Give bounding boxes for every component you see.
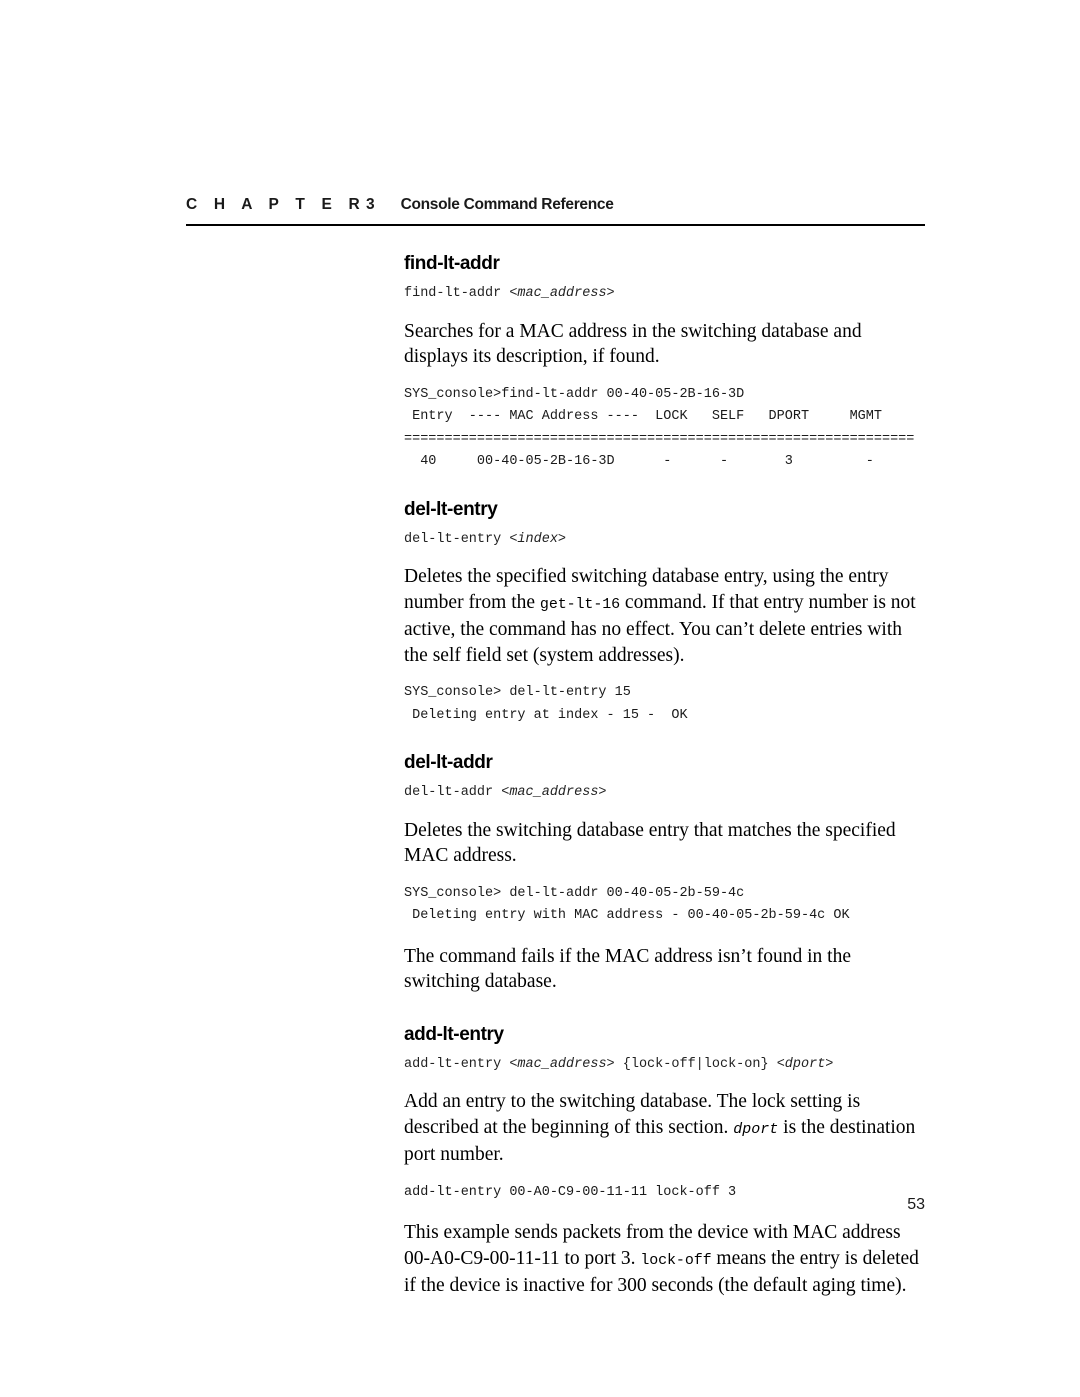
description-del-lt-addr: Deletes the switching database entry tha…: [404, 819, 896, 867]
note-del-lt-addr: The command fails if the MAC address isn…: [404, 945, 851, 993]
syntax-find-lt-addr: find-lt-addr <mac_address>: [404, 287, 928, 301]
console-example-del-lt-entry: SYS_console> del-lt-entry 15 Deleting en…: [404, 685, 688, 723]
syntax-argument: <index>: [509, 531, 567, 547]
syntax-argument-mac: <mac_address>: [509, 1056, 615, 1072]
console-example-find-lt-addr: SYS_console>find-lt-addr 00-40-05-2B-16-…: [404, 386, 915, 470]
syntax-command: find-lt-addr: [404, 286, 510, 301]
chapter-title: Console Command Reference: [400, 196, 614, 213]
syntax-add-lt-entry: add-lt-entry <mac_address> {lock-off|loc…: [404, 1056, 928, 1072]
inline-code-dport: dport: [733, 1120, 779, 1138]
section-heading-del-lt-entry: del-lt-entry: [404, 498, 498, 520]
running-head: C H A P T E R 3 Console Command Referenc…: [186, 196, 925, 214]
inline-code-get-lt-16: get-lt-16: [539, 595, 621, 613]
running-head-line: C H A P T E R 3 Console Command Referenc…: [186, 196, 925, 214]
console-example-del-lt-addr: SYS_console> del-lt-addr 00-40-05-2b-59-…: [404, 885, 850, 924]
syntax-argument: <mac_address>: [501, 785, 607, 800]
page-content: find-lt-addr find-lt-addr <mac_address> …: [404, 254, 928, 1299]
document-page: C H A P T E R 3 Console Command Referenc…: [0, 0, 1080, 1397]
syntax-command: del-lt-addr: [404, 785, 502, 800]
syntax-command: add-lt-entry: [404, 1056, 510, 1072]
inline-code-lock-off: lock-off: [640, 1251, 712, 1269]
section-heading-add-lt-entry: add-lt-entry: [404, 1023, 504, 1045]
description-add-lt-entry: Add an entry to the switching database. …: [404, 1089, 928, 1168]
closing-note-add-lt-entry: This example sends packets from the devi…: [404, 1220, 928, 1299]
section-heading-find-lt-addr: find-lt-addr: [404, 253, 500, 274]
syntax-del-lt-entry: del-lt-entry <index>: [404, 531, 928, 547]
description-del-lt-entry: Deletes the specified switching database…: [404, 564, 928, 668]
page-number: 53: [907, 1196, 925, 1213]
syntax-argument: <mac_address>: [509, 286, 615, 301]
chapter-number: 3: [365, 196, 375, 213]
syntax-options: {lock-off|lock-on}: [614, 1056, 777, 1072]
section-heading-del-lt-addr: del-lt-addr: [404, 752, 493, 773]
description-find-lt-addr: Searches for a MAC address in the switch…: [404, 320, 862, 368]
chapter-word: C H A P T E R: [186, 196, 366, 213]
syntax-argument-dport: <dport>: [776, 1056, 834, 1072]
header-divider: [186, 224, 925, 226]
syntax-command: del-lt-entry: [404, 531, 510, 547]
syntax-del-lt-addr: del-lt-addr <mac_address>: [404, 786, 928, 800]
